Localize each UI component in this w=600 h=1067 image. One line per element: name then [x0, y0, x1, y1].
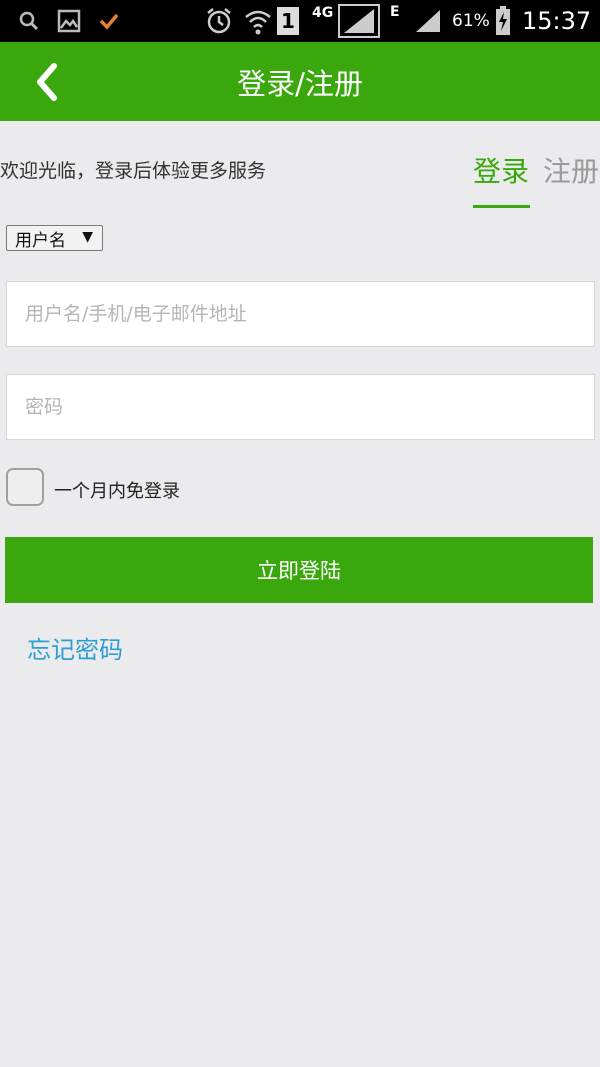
tab-register[interactable]: 注册: [543, 150, 599, 190]
password-input[interactable]: [6, 374, 595, 440]
gallery-icon: [57, 0, 81, 42]
forgot-password-link[interactable]: 忘记密码: [27, 630, 123, 665]
app-bar: 登录/注册: [0, 42, 600, 121]
status-bar: 1 4G E 61% 15:37: [0, 0, 600, 42]
check-icon: [98, 0, 120, 42]
username-input[interactable]: [6, 281, 595, 347]
chevron-left-icon: [37, 63, 57, 101]
remember-checkbox[interactable]: [6, 468, 44, 506]
search-icon: [18, 0, 40, 42]
edge-label: E: [390, 4, 400, 20]
battery-charging-icon: [495, 0, 511, 42]
tab-login[interactable]: 登录: [473, 150, 529, 190]
remember-label: 一个月内免登录: [54, 481, 180, 502]
status-time: 15:37: [522, 7, 592, 35]
sim-slot-badge: 1: [277, 0, 299, 42]
alarm-icon: [205, 0, 233, 42]
network-type-label: 4G: [312, 5, 334, 21]
login-button[interactable]: 立即登陆: [5, 537, 593, 603]
battery-percent: 61%: [452, 11, 490, 31]
active-tab-indicator: [473, 205, 530, 208]
signal-icon: [414, 0, 442, 42]
account-type-selected: 用户名: [15, 230, 66, 251]
wifi-icon: [243, 0, 273, 42]
welcome-text: 欢迎光临，登录后体验更多服务: [0, 160, 267, 182]
dropdown-arrow-icon: ▼: [82, 229, 93, 245]
signal-icon: [338, 0, 380, 42]
page-title: 登录/注册: [237, 66, 363, 101]
account-type-select[interactable]: 用户名 ▼: [6, 225, 103, 251]
back-button[interactable]: [28, 60, 68, 104]
